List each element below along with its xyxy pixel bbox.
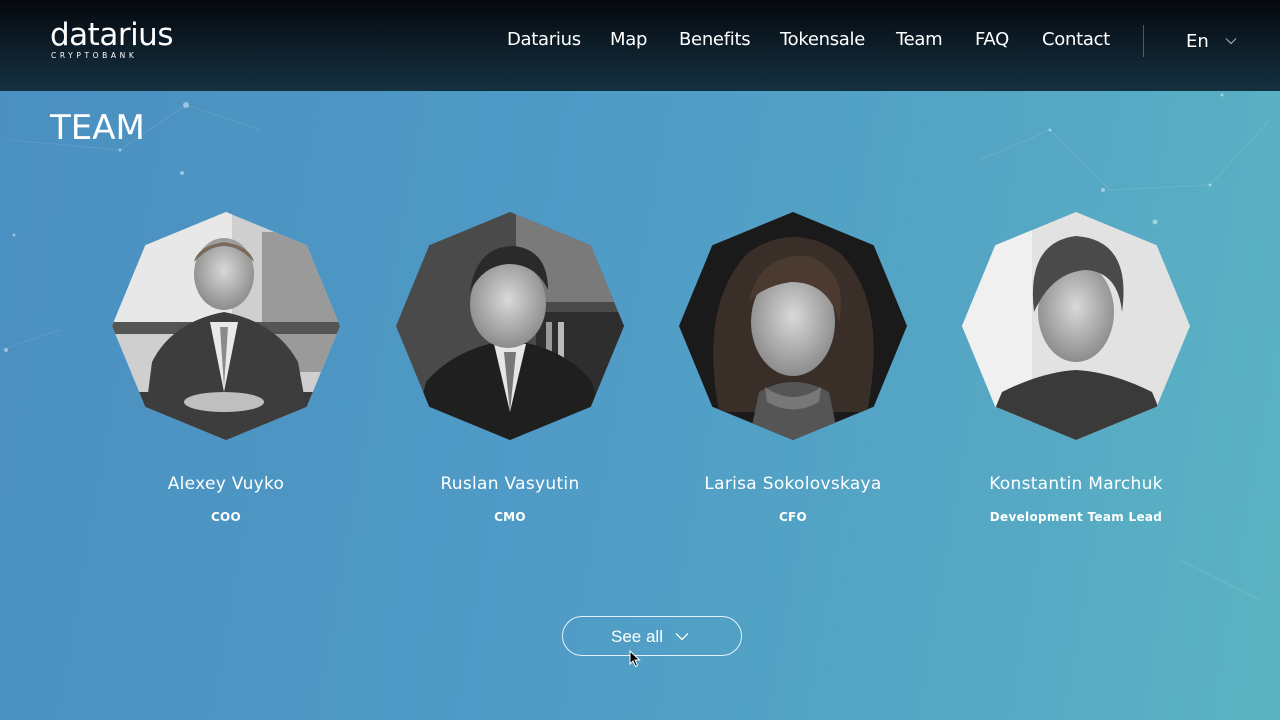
- nav-item-contact[interactable]: Contact: [1042, 29, 1110, 50]
- member-name: Konstantin Marchuk: [989, 474, 1163, 494]
- nav-item-datarius[interactable]: Datarius: [507, 29, 581, 50]
- see-all-button[interactable]: See all: [562, 616, 742, 656]
- team-member-card[interactable]: Ruslan Vasyutin CMO: [390, 212, 630, 532]
- logo-tagline: CRYPTOBANK: [51, 51, 138, 60]
- portrait-photo: [679, 212, 907, 440]
- portrait-photo: [396, 212, 624, 440]
- nav-item-team[interactable]: Team: [896, 29, 943, 50]
- nav-divider: [1143, 25, 1144, 57]
- see-all-label: See all: [611, 627, 663, 646]
- logo-wordmark: datarius: [50, 17, 173, 53]
- member-role: CFO: [778, 510, 808, 524]
- nav-item-tokensale[interactable]: Tokensale: [780, 29, 865, 50]
- member-role: Development Team Lead: [989, 510, 1163, 524]
- section-title: TEAM: [50, 108, 145, 148]
- member-role: CMO: [494, 510, 526, 524]
- member-name: Larisa Sokolovskaya: [704, 474, 882, 494]
- site-header: datarius CRYPTOBANK Datarius Map Benefit…: [0, 0, 1280, 91]
- team-member-card[interactable]: Konstantin Marchuk Development Team Lead: [956, 212, 1196, 532]
- chevron-down-icon: [675, 633, 689, 641]
- nav-item-faq[interactable]: FAQ: [975, 29, 1009, 50]
- chevron-down-icon[interactable]: [1225, 37, 1237, 45]
- portrait-photo: [962, 212, 1190, 440]
- datarius-logo[interactable]: datarius CRYPTOBANK: [50, 18, 200, 64]
- mouse-cursor-icon: [629, 650, 641, 668]
- portrait-photo: [112, 212, 340, 440]
- member-name: Alexey Vuyko: [167, 474, 285, 494]
- team-member-card[interactable]: Larisa Sokolovskaya CFO: [673, 212, 913, 532]
- nav-item-benefits[interactable]: Benefits: [679, 29, 751, 50]
- member-name: Ruslan Vasyutin: [440, 474, 580, 494]
- nav-item-map[interactable]: Map: [610, 29, 647, 50]
- team-member-card[interactable]: Alexey Vuyko COO: [106, 212, 346, 532]
- language-selector[interactable]: En: [1186, 31, 1209, 52]
- member-role: COO: [210, 510, 242, 524]
